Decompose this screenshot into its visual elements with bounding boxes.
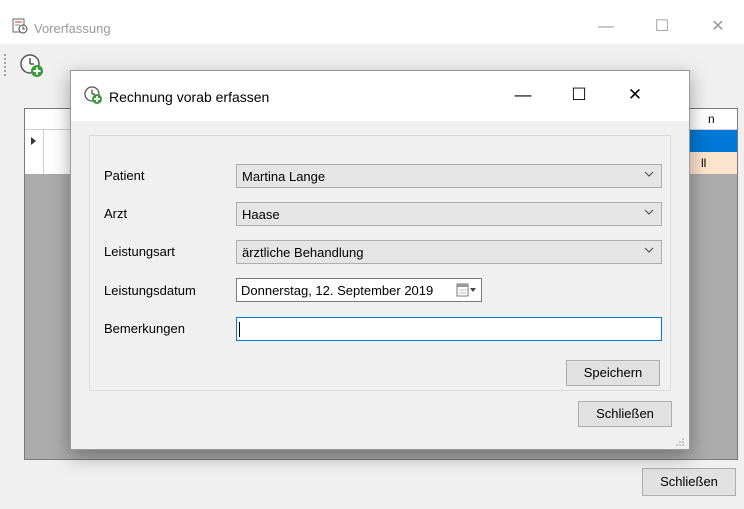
- leistungsdatum-label: Leistungsdatum: [104, 283, 196, 298]
- clock-plus-icon: [83, 85, 103, 105]
- clock-plus-icon: [20, 54, 43, 77]
- background-window-title: Vorerfassung: [34, 21, 111, 36]
- form-panel: Patient Martina Lange Arzt Haase Leistun…: [89, 135, 671, 391]
- dialog-close-window-button[interactable]: ✕: [613, 77, 657, 113]
- save-button[interactable]: Speichern: [566, 360, 660, 386]
- patient-select[interactable]: Martina Lange: [236, 164, 662, 188]
- dialog-title: Rechnung vorab erfassen: [109, 89, 270, 105]
- calendar-dropdown-button[interactable]: [455, 282, 479, 298]
- chevron-down-icon: [643, 244, 655, 256]
- background-minimize-button[interactable]: —: [584, 12, 628, 42]
- close-button[interactable]: Schließen: [578, 401, 672, 427]
- arzt-select[interactable]: Haase: [236, 202, 662, 226]
- chevron-down-icon: [643, 168, 655, 180]
- text-caret: [239, 322, 240, 337]
- bemerkungen-label: Bemerkungen: [104, 321, 185, 336]
- background-maximize-button[interactable]: ☐: [640, 12, 684, 42]
- leistungsart-label: Leistungsart: [104, 244, 175, 259]
- row-header[interactable]: [25, 130, 44, 152]
- patient-value: Martina Lange: [242, 169, 326, 184]
- leistungsart-value: ärztliche Behandlung: [242, 245, 364, 260]
- current-row-icon: [31, 137, 36, 145]
- leistungsdatum-value: Donnerstag, 12. September 2019: [241, 283, 434, 298]
- form-clock-icon: [12, 18, 28, 34]
- resize-grip-icon[interactable]: [675, 435, 685, 446]
- status-cell-text: ll: [701, 156, 707, 170]
- dialog-titlebar[interactable]: Rechnung vorab erfassen — ☐ ✕: [71, 71, 689, 121]
- leistungsdatum-picker[interactable]: Donnerstag, 12. September 2019: [236, 278, 482, 302]
- background-titlebar: Vorerfassung — ☐ ✕: [0, 0, 744, 44]
- row-header[interactable]: [25, 152, 44, 174]
- background-close-button[interactable]: Schließen: [642, 468, 736, 496]
- arzt-label: Arzt: [104, 206, 128, 221]
- bemerkungen-input[interactable]: [236, 317, 662, 341]
- invoice-dialog: Rechnung vorab erfassen — ☐ ✕ Patient Ma…: [70, 70, 690, 450]
- chevron-down-icon: [643, 206, 655, 218]
- status-cell[interactable]: ll: [685, 152, 737, 174]
- grid-column-header[interactable]: n: [708, 112, 715, 126]
- patient-label: Patient: [104, 168, 145, 183]
- selected-cell[interactable]: [685, 130, 737, 152]
- toolbar-grip[interactable]: [4, 54, 6, 76]
- arzt-value: Haase: [242, 207, 280, 222]
- calendar-icon: [456, 283, 476, 297]
- leistungsart-select[interactable]: ärztliche Behandlung: [236, 240, 662, 264]
- new-entry-button[interactable]: [18, 52, 46, 80]
- background-close-window-button[interactable]: ✕: [696, 12, 740, 42]
- dialog-minimize-button[interactable]: —: [501, 77, 545, 113]
- dialog-maximize-button[interactable]: ☐: [557, 77, 601, 113]
